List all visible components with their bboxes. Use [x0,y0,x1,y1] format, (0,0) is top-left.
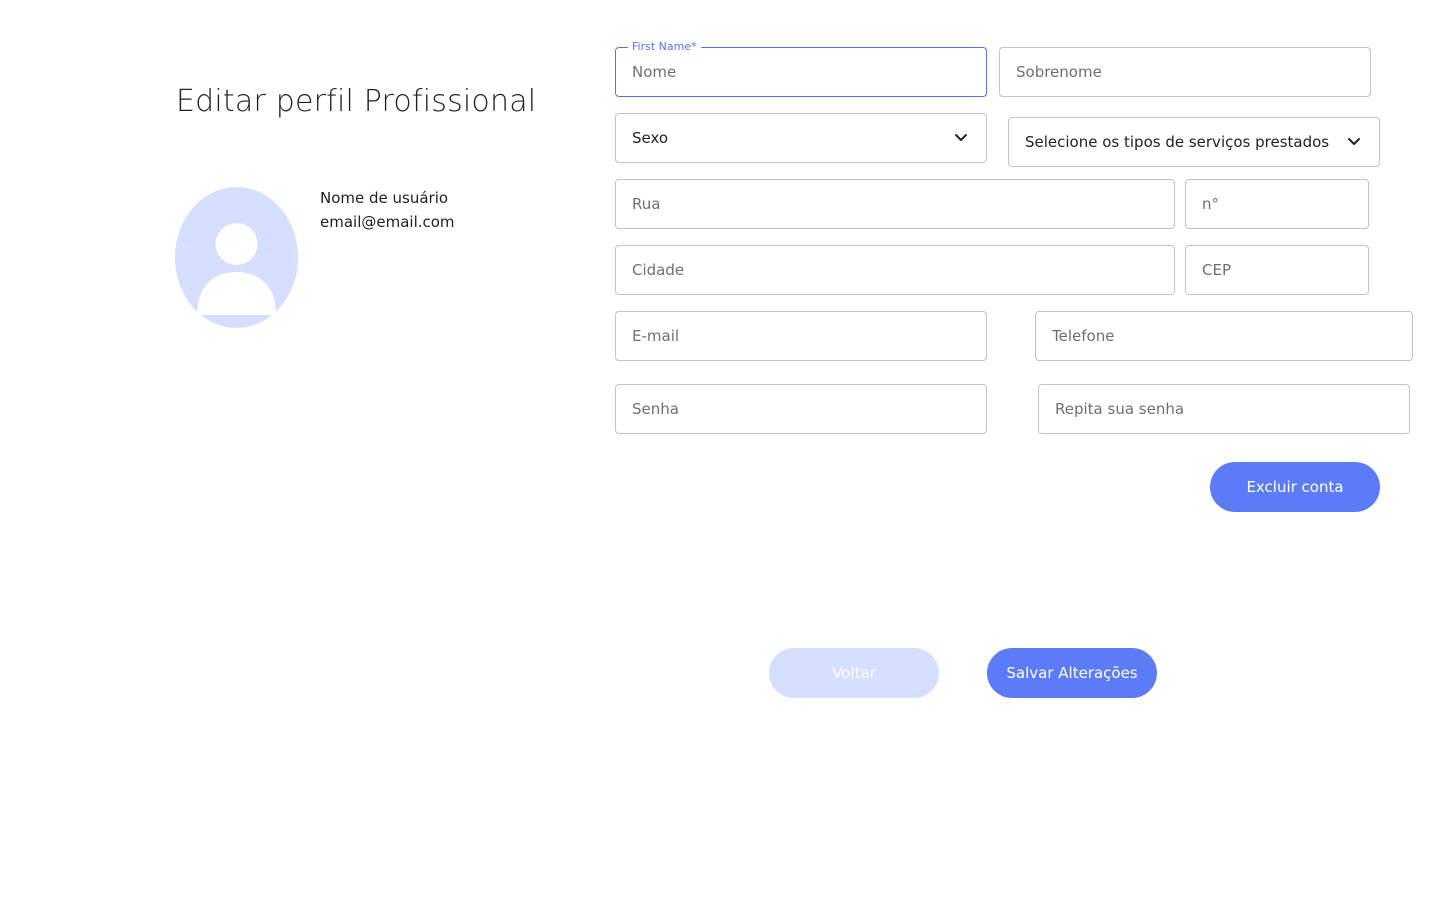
services-select[interactable]: Selecione os tipos de serviços prestados [1008,117,1380,167]
gender-select-value: Sexo [632,129,669,147]
last-name-field [999,47,1371,97]
password-field [615,384,987,434]
email-input[interactable] [616,312,986,360]
city-input[interactable] [616,246,1174,294]
street-field [615,179,1175,229]
password-repeat-input[interactable] [1039,385,1409,433]
services-select-value: Selecione os tipos de serviços prestados [1025,133,1330,151]
zip-input[interactable] [1186,246,1368,294]
email-field [615,311,987,361]
first-name-field: First Name* [615,40,987,97]
first-name-label: First Name* [628,40,701,54]
number-field [1185,179,1369,229]
profile-email: email@email.com [320,213,455,231]
password-input[interactable] [616,385,986,433]
phone-field [1035,311,1413,361]
password-repeat-field [1038,384,1410,434]
page-title: Editar perfil Profissional [176,84,537,119]
zip-field [1185,245,1369,295]
gender-select[interactable]: Sexo [615,113,987,163]
street-input[interactable] [616,180,1174,228]
first-name-input[interactable] [616,48,986,96]
user-silhouette-icon [197,223,276,315]
chevron-down-icon [955,134,967,141]
phone-input[interactable] [1036,312,1412,360]
save-changes-button[interactable]: Salvar Alterações [987,648,1157,698]
user-avatar-icon[interactable] [175,187,298,328]
delete-account-button[interactable]: Excluir conta [1210,462,1380,512]
last-name-input[interactable] [1000,48,1370,96]
city-field [615,245,1175,295]
back-button[interactable]: Voltar [769,648,939,698]
chevron-down-icon [1348,138,1360,145]
profile-username: Nome de usuário [320,189,449,207]
number-input[interactable] [1186,180,1368,228]
